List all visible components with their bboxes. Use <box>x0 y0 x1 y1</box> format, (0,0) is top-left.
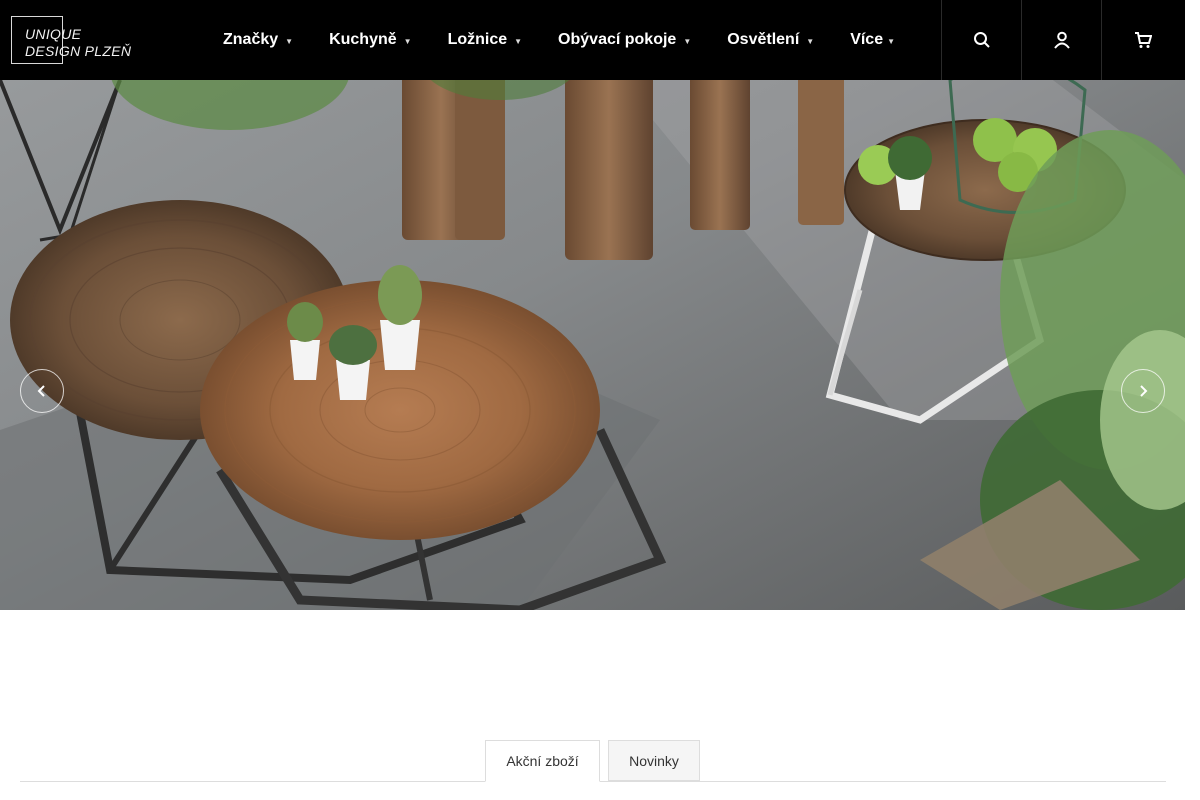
cart-icon <box>1134 32 1152 48</box>
nav-item-label: Osvětlení <box>727 31 800 48</box>
tab-novinky[interactable]: Novinky <box>608 740 700 781</box>
nav-item-label: Obývací pokoje <box>558 31 677 48</box>
nav-item-label: Ložnice <box>447 31 508 48</box>
chevron-left-icon <box>37 385 45 397</box>
nav-item-label: Více <box>850 31 884 48</box>
slider-next-button[interactable] <box>1121 369 1165 413</box>
user-icon <box>1053 31 1070 49</box>
main-nav: Značky ▼ Kuchyně ▼ Ložnice ▼ Obývací pok… <box>205 0 913 80</box>
account-button[interactable] <box>1021 0 1101 80</box>
nav-item-osvetleni[interactable]: Osvětlení ▼ <box>709 0 832 80</box>
nav-item-loznice[interactable]: Ložnice ▼ <box>430 0 540 80</box>
nav-item-vice[interactable]: Více ▼ <box>832 0 913 80</box>
nav-item-kuchyne[interactable]: Kuchyně ▼ <box>311 0 430 80</box>
slider-prev-button[interactable] <box>20 369 64 413</box>
site-logo[interactable]: UNIQUE DESIGN PLZEŇ <box>11 16 131 66</box>
caret-down-icon: ▼ <box>285 36 294 46</box>
chevron-right-icon <box>1140 385 1148 397</box>
nav-item-label: Kuchyně <box>329 31 397 48</box>
hero-image <box>0 0 1185 610</box>
nav-item-obyvaci-pokoje[interactable]: Obývací pokoje ▼ <box>540 0 709 80</box>
caret-down-icon: ▼ <box>403 36 412 46</box>
logo-text-line1: UNIQUE <box>25 26 82 42</box>
nav-item-label: Značky <box>223 31 279 48</box>
tab-label: Akční zboží <box>506 753 579 769</box>
tab-akcni-zbozi[interactable]: Akční zboží <box>485 740 600 782</box>
site-header: UNIQUE DESIGN PLZEŇ Značky ▼ Kuchyně ▼ L… <box>0 0 1185 80</box>
caret-down-icon: ▼ <box>683 36 692 46</box>
page-edge <box>1185 0 1200 800</box>
search-button[interactable] <box>941 0 1021 80</box>
hero-slider <box>0 0 1185 610</box>
tab-label: Novinky <box>629 752 679 769</box>
caret-down-icon: ▼ <box>887 36 896 46</box>
cart-button[interactable] <box>1101 0 1183 80</box>
caret-down-icon: ▼ <box>514 36 523 46</box>
logo-text-line2: DESIGN PLZEŇ <box>25 43 132 59</box>
search-icon <box>973 32 990 48</box>
caret-down-icon: ▼ <box>806 36 815 46</box>
nav-item-znacky[interactable]: Značky ▼ <box>205 0 311 80</box>
